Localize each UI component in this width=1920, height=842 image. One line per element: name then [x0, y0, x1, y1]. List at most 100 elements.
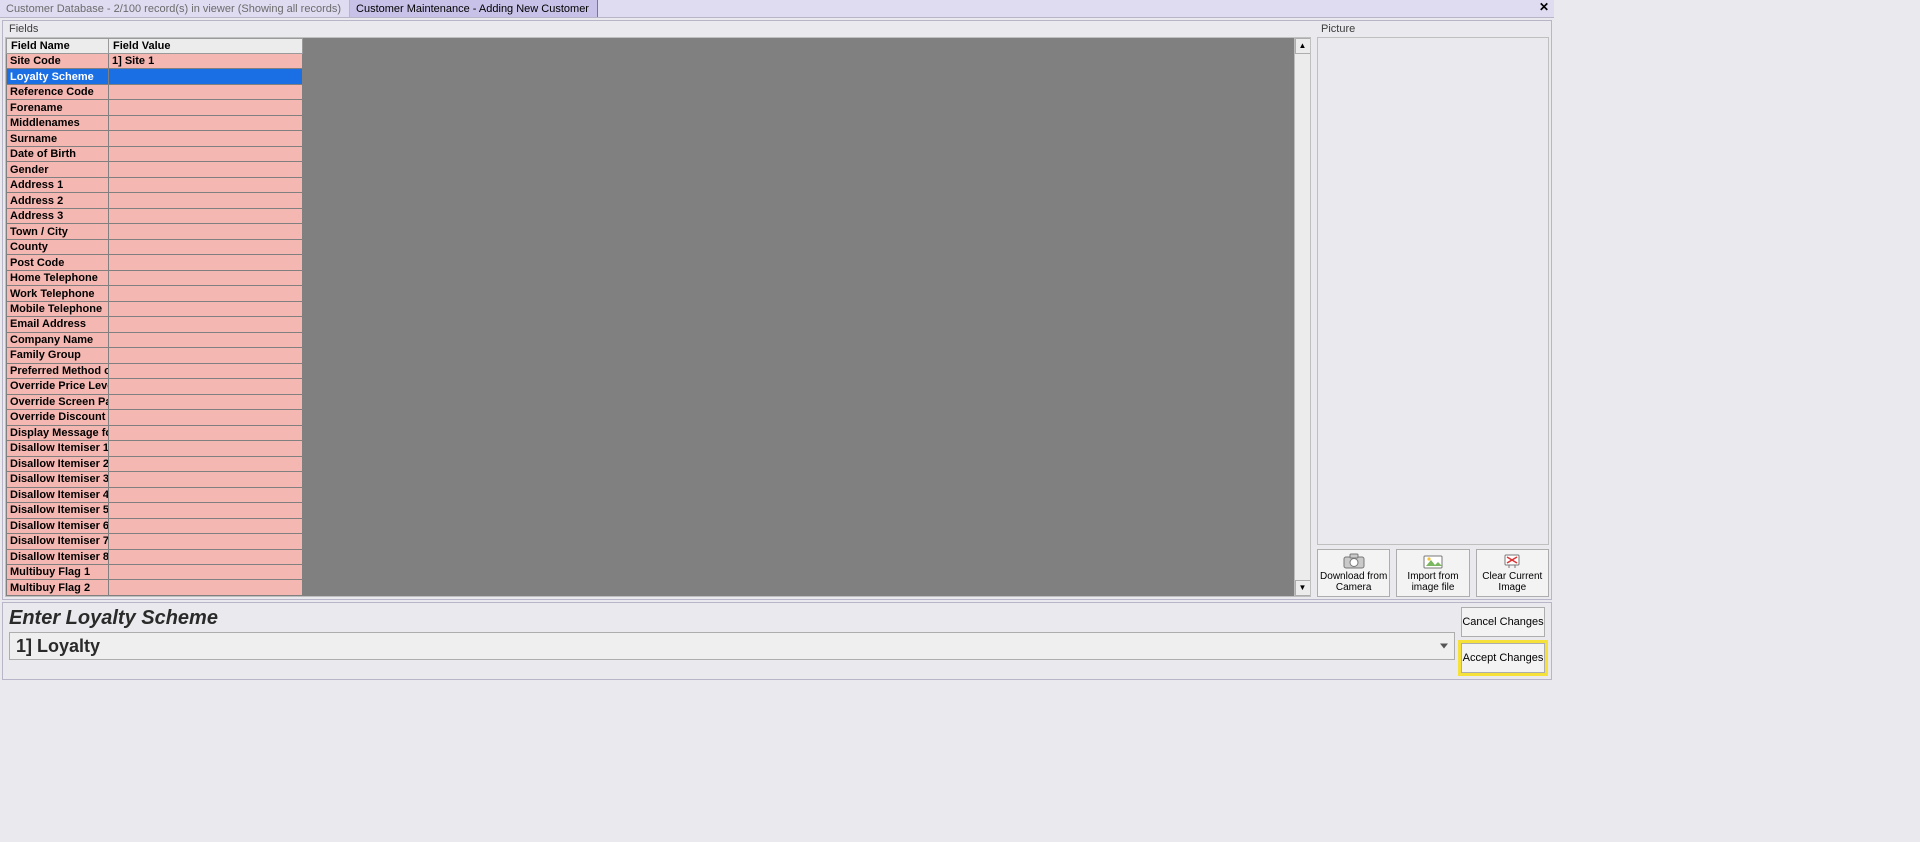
field-name-cell[interactable]: Reference Code [7, 84, 109, 99]
field-value-cell[interactable] [109, 270, 303, 285]
field-name-cell[interactable]: Middlenames [7, 115, 109, 130]
field-value-cell[interactable] [109, 162, 303, 177]
field-name-cell[interactable]: Multibuy Flag 2 [7, 580, 109, 596]
field-name-cell[interactable]: Disallow Itemiser 3 [7, 472, 109, 487]
table-row[interactable]: Gender [7, 162, 303, 177]
field-name-cell[interactable]: Disallow Itemiser 5 [7, 503, 109, 518]
download-from-camera-button[interactable]: Download from Camera [1317, 549, 1390, 597]
accept-changes-button[interactable]: Accept Changes [1461, 643, 1545, 673]
field-name-cell[interactable]: Override Discount Percentage [7, 410, 109, 425]
table-row[interactable]: Site Code1] Site 1 [7, 54, 303, 69]
field-value-cell[interactable] [109, 456, 303, 471]
grid-header-name[interactable]: Field Name [7, 39, 109, 54]
table-row[interactable]: Home Telephone [7, 270, 303, 285]
field-name-cell[interactable]: Email Address [7, 317, 109, 332]
table-row[interactable]: Reference Code [7, 84, 303, 99]
field-value-cell[interactable] [109, 115, 303, 130]
field-name-cell[interactable]: Override Price Level for Group [7, 379, 109, 394]
vertical-scrollbar[interactable]: ▲ ▼ [1294, 38, 1310, 596]
field-name-cell[interactable]: Override Screen Page for Group [7, 394, 109, 409]
close-icon[interactable]: ✕ [1536, 0, 1552, 16]
field-value-cell[interactable] [109, 534, 303, 549]
field-name-cell[interactable]: Preferred Method of Contact [7, 363, 109, 378]
table-row[interactable]: Post Code [7, 255, 303, 270]
table-row[interactable]: Disallow Itemiser 8 [7, 549, 303, 564]
field-name-cell[interactable]: Surname [7, 131, 109, 146]
table-row[interactable]: Family Group [7, 348, 303, 363]
field-value-cell[interactable]: 1] Site 1 [109, 54, 303, 69]
field-value-cell[interactable] [109, 69, 303, 84]
field-value-cell[interactable] [109, 146, 303, 161]
field-value-cell[interactable] [109, 379, 303, 394]
field-value-cell[interactable] [109, 286, 303, 301]
field-value-cell[interactable] [109, 193, 303, 208]
field-value-cell[interactable] [109, 580, 303, 596]
grid-header-value[interactable]: Field Value [109, 39, 303, 54]
table-row[interactable]: Disallow Itemiser 6 [7, 518, 303, 533]
table-row[interactable]: Loyalty Scheme [7, 69, 303, 84]
table-row[interactable]: Override Price Level for Group [7, 379, 303, 394]
table-row[interactable]: Multibuy Flag 1 [7, 564, 303, 579]
table-row[interactable]: Disallow Itemiser 7 [7, 534, 303, 549]
field-value-cell[interactable] [109, 332, 303, 347]
field-name-cell[interactable]: County [7, 239, 109, 254]
field-value-cell[interactable] [109, 425, 303, 440]
table-row[interactable]: Town / City [7, 224, 303, 239]
table-row[interactable]: Disallow Itemiser 3 [7, 472, 303, 487]
table-row[interactable]: Company Name [7, 332, 303, 347]
table-row[interactable]: Disallow Itemiser 1 [7, 441, 303, 456]
field-value-cell[interactable] [109, 410, 303, 425]
table-row[interactable]: Multibuy Flag 2 [7, 580, 303, 596]
table-row[interactable]: Date of Birth [7, 146, 303, 161]
field-name-cell[interactable]: Work Telephone [7, 286, 109, 301]
table-row[interactable]: Address 2 [7, 193, 303, 208]
scroll-up-icon[interactable]: ▲ [1295, 38, 1311, 54]
field-value-cell[interactable] [109, 177, 303, 192]
field-value-cell[interactable] [109, 394, 303, 409]
table-row[interactable]: Display Message for Clerk [7, 425, 303, 440]
field-name-cell[interactable]: Address 2 [7, 193, 109, 208]
field-name-cell[interactable]: Disallow Itemiser 6 [7, 518, 109, 533]
field-name-cell[interactable]: Disallow Itemiser 8 [7, 549, 109, 564]
table-row[interactable]: Middlenames [7, 115, 303, 130]
field-name-cell[interactable]: Mobile Telephone [7, 301, 109, 316]
loyalty-scheme-combo[interactable]: 1] Loyalty [9, 632, 1455, 660]
field-name-cell[interactable]: Family Group [7, 348, 109, 363]
field-name-cell[interactable]: Address 1 [7, 177, 109, 192]
field-value-cell[interactable] [109, 549, 303, 564]
table-row[interactable]: Disallow Itemiser 2 [7, 456, 303, 471]
table-row[interactable]: Work Telephone [7, 286, 303, 301]
table-row[interactable]: Override Discount Percentage [7, 410, 303, 425]
field-value-cell[interactable] [109, 363, 303, 378]
table-row[interactable]: Email Address [7, 317, 303, 332]
field-value-cell[interactable] [109, 84, 303, 99]
table-row[interactable]: Address 3 [7, 208, 303, 223]
table-row[interactable]: Override Screen Page for Group [7, 394, 303, 409]
field-name-cell[interactable]: Forename [7, 100, 109, 115]
field-name-cell[interactable]: Date of Birth [7, 146, 109, 161]
cancel-changes-button[interactable]: Cancel Changes [1461, 607, 1545, 637]
table-row[interactable]: Disallow Itemiser 4 [7, 487, 303, 502]
table-row[interactable]: Mobile Telephone [7, 301, 303, 316]
field-name-cell[interactable]: Disallow Itemiser 2 [7, 456, 109, 471]
field-value-cell[interactable] [109, 239, 303, 254]
field-value-cell[interactable] [109, 503, 303, 518]
field-value-cell[interactable] [109, 301, 303, 316]
field-value-cell[interactable] [109, 441, 303, 456]
field-value-cell[interactable] [109, 472, 303, 487]
field-name-cell[interactable]: Disallow Itemiser 7 [7, 534, 109, 549]
field-value-cell[interactable] [109, 487, 303, 502]
field-value-cell[interactable] [109, 317, 303, 332]
field-value-cell[interactable] [109, 208, 303, 223]
table-row[interactable]: Address 1 [7, 177, 303, 192]
table-row[interactable]: Disallow Itemiser 5 [7, 503, 303, 518]
import-from-file-button[interactable]: Import from image file [1396, 549, 1469, 597]
tab-customer-maintenance[interactable]: Customer Maintenance - Adding New Custom… [350, 0, 598, 17]
fields-grid[interactable]: Field Name Field Value Site Code1] Site … [6, 38, 303, 596]
field-value-cell[interactable] [109, 348, 303, 363]
field-name-cell[interactable]: Multibuy Flag 1 [7, 564, 109, 579]
field-name-cell[interactable]: Town / City [7, 224, 109, 239]
field-name-cell[interactable]: Gender [7, 162, 109, 177]
field-name-cell[interactable]: Disallow Itemiser 1 [7, 441, 109, 456]
field-value-cell[interactable] [109, 255, 303, 270]
